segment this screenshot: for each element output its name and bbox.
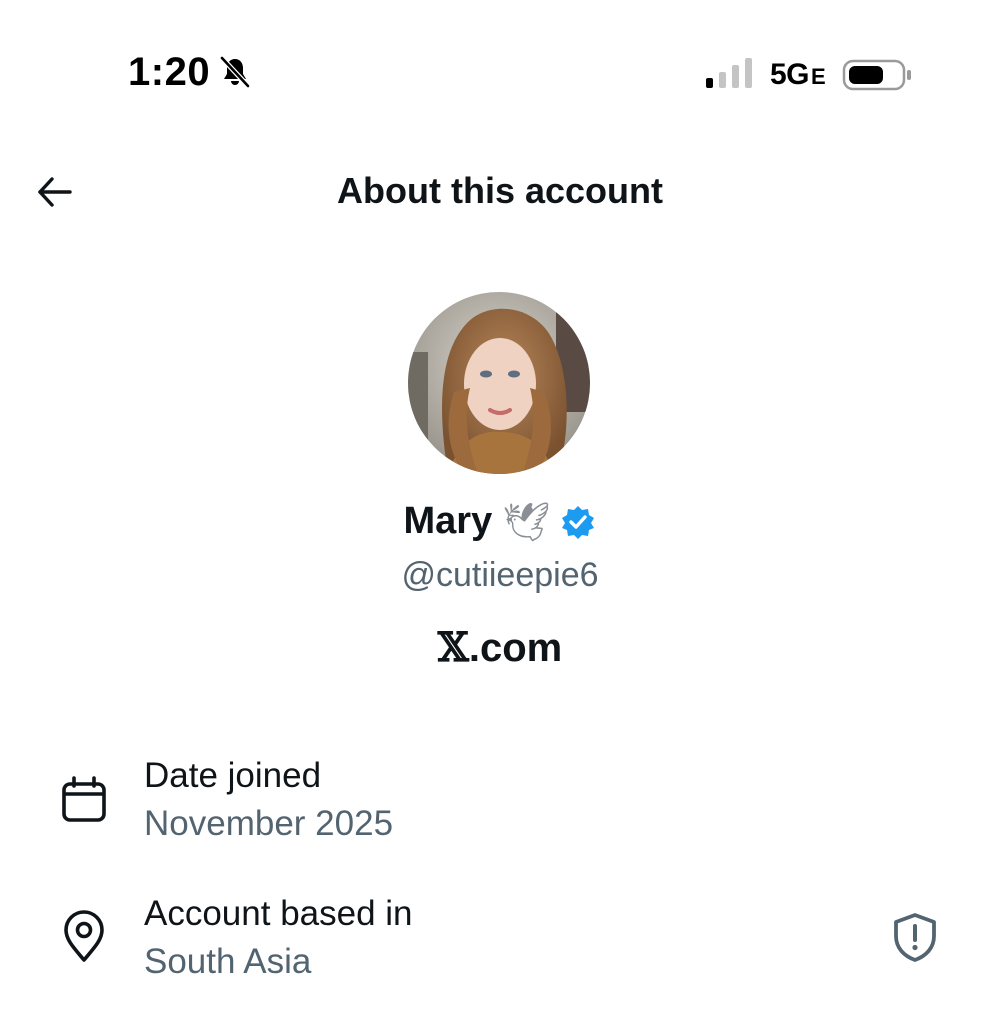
status-time: 1:20 [128, 50, 211, 94]
date-joined-value: November 2025 [144, 804, 394, 843]
date-joined-label: Date joined [144, 756, 322, 795]
display-name-row: Mary 🕊 [0, 500, 1000, 543]
location-pin-icon [64, 910, 104, 962]
verified-badge-icon[interactable] [560, 504, 596, 540]
account-based-row[interactable]: Account based in South Asia [0, 890, 1000, 1000]
x-logo: 𝕏 [437, 624, 469, 671]
network-indicator: 5GE [770, 58, 826, 92]
account-based-value: South Asia [144, 942, 312, 981]
signal-icon [706, 58, 752, 88]
username-handle[interactable]: @cutiieepie6 [0, 556, 1000, 595]
network-type: 5G [770, 58, 810, 91]
avatar-image [408, 292, 590, 474]
display-name: Mary [403, 500, 493, 542]
avatar[interactable] [408, 292, 590, 474]
about-account-screen: 1:20 5GE About this account Mary 🕊 @cuti… [0, 0, 1000, 1024]
network-suffix: E [811, 64, 826, 89]
status-bar: 1:20 5GE [0, 0, 1000, 130]
calendar-icon [62, 776, 106, 822]
page-title: About this account [337, 170, 663, 211]
platform-suffix: .com [468, 626, 563, 670]
account-based-label: Account based in [144, 894, 413, 933]
dove-emoji: 🕊 [502, 499, 551, 544]
shield-alert-icon[interactable] [888, 910, 942, 964]
date-joined-row: Date joined November 2025 [0, 752, 1000, 862]
battery-icon [842, 59, 911, 91]
bell-off-icon [220, 56, 250, 88]
platform-label: 𝕏.com [0, 624, 1000, 671]
